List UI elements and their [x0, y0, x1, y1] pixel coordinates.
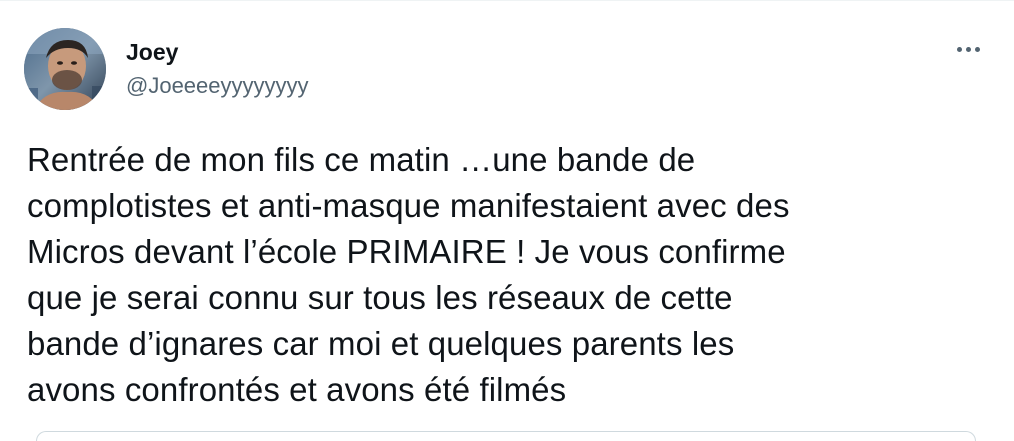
tweet-text: Rentrée de mon fils ce matin …une bande … — [27, 141, 790, 408]
tweet[interactable]: Joey @Joeeeeyyyyyyyy Rentrée de mon fils… — [0, 0, 1014, 441]
more-dots-icon — [956, 46, 962, 52]
more-dots-icon-dot-2 — [965, 46, 971, 52]
media-card-edge — [36, 431, 976, 441]
user-handle[interactable]: @Joeeeeyyyyyyyy — [126, 72, 309, 100]
avatar-image — [24, 28, 106, 110]
avatar[interactable] — [24, 28, 106, 110]
more-options-button[interactable] — [950, 34, 986, 64]
more-dots-icon-dot-3 — [974, 46, 980, 52]
display-name[interactable]: Joey — [126, 38, 178, 66]
